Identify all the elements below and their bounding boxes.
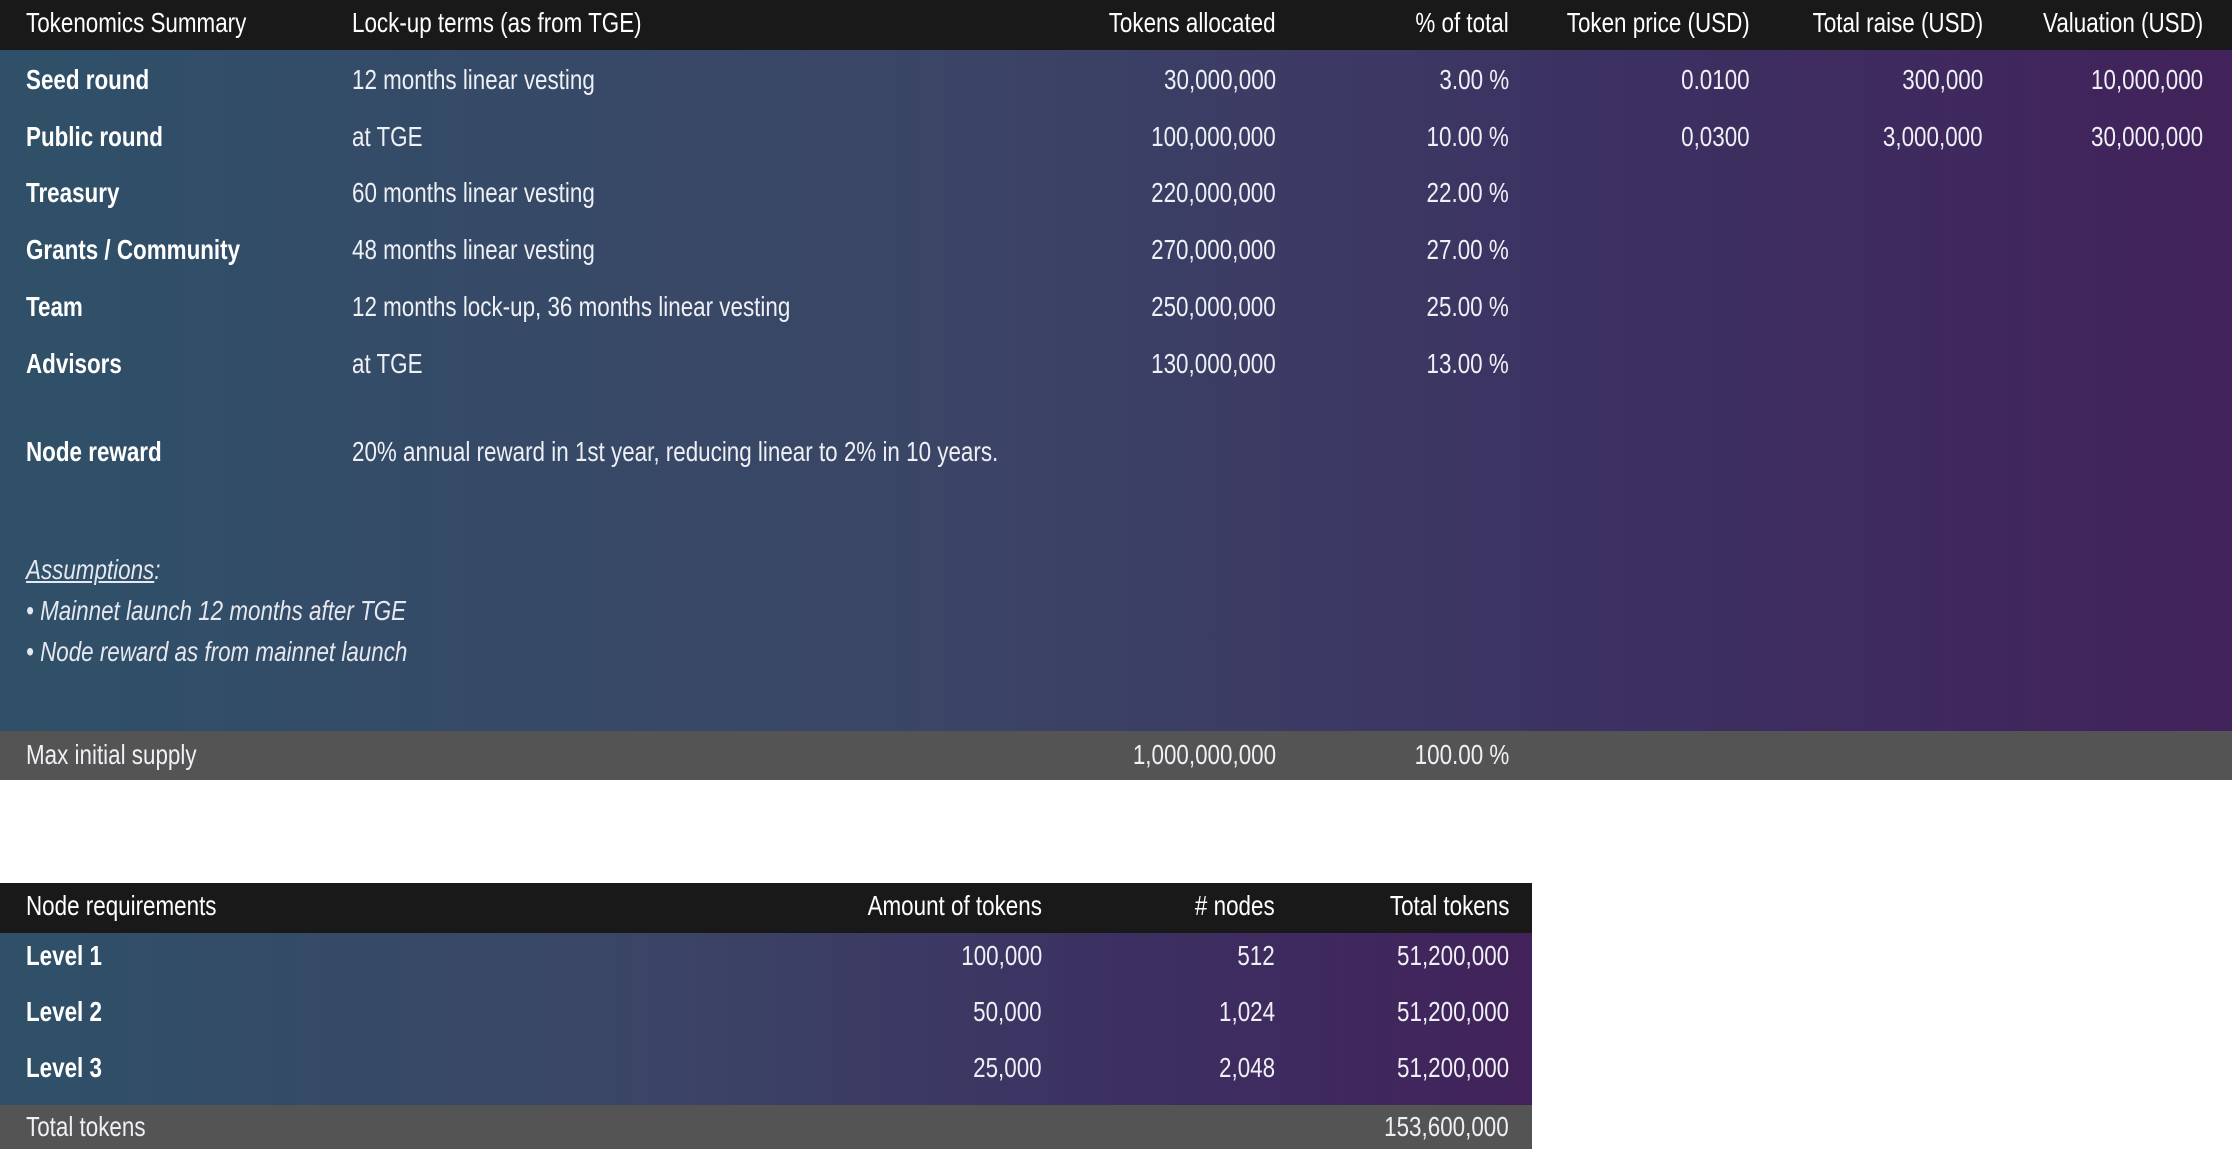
footer-label: Total tokens	[26, 1111, 146, 1142]
assumption-item: • Node reward as from mainnet launch	[26, 636, 408, 667]
row-amount: 50,000	[973, 996, 1042, 1027]
row-terms: 12 months lock-up, 36 months linear vest…	[352, 291, 791, 322]
row-label: Public round	[26, 121, 163, 152]
header-pct: % of total	[1415, 7, 1509, 38]
row-raise: 3,000,000	[1883, 121, 1983, 152]
row-amount: 25,000	[973, 1052, 1042, 1083]
header-lockup: Lock-up terms (as from TGE)	[352, 7, 642, 38]
header-amount: Amount of tokens	[867, 890, 1042, 921]
row-tokens: 250,000,000	[1151, 291, 1276, 322]
row-terms: 60 months linear vesting	[352, 177, 595, 208]
row-pct: 25.00 %	[1426, 291, 1509, 322]
footer-total: 153,600,000	[1384, 1111, 1509, 1142]
row-label: Seed round	[26, 64, 150, 95]
row-pct: 10.00 %	[1426, 121, 1509, 152]
header-total: Total tokens	[1389, 890, 1509, 921]
row-tokens: 220,000,000	[1151, 177, 1276, 208]
assumptions-title: Assumptions:	[26, 554, 161, 585]
row-terms: 12 months linear vesting	[352, 64, 595, 95]
table-header: Tokenomics Summary Lock-up terms (as fro…	[0, 0, 2232, 50]
header-valuation: Valuation (USD)	[2042, 7, 2203, 38]
row-nodes: 1,024	[1218, 996, 1275, 1027]
assumption-item: • Mainnet launch 12 months after TGE	[26, 595, 407, 626]
row-price: 0.0100	[1681, 64, 1750, 95]
row-total: 51,200,000	[1396, 996, 1509, 1027]
node-reward-label: Node reward	[26, 436, 162, 467]
footer-tokens: 1,000,000,000	[1132, 739, 1276, 770]
footer-pct: 100.00 %	[1414, 739, 1509, 770]
table-header: Node requirements Amount of tokens # nod…	[0, 883, 1532, 933]
row-terms: 48 months linear vesting	[352, 234, 595, 265]
header-price: Token price (USD)	[1567, 7, 1750, 38]
row-label: Level 2	[26, 996, 102, 1027]
row-tokens: 270,000,000	[1151, 234, 1276, 265]
row-tokens: 100,000,000	[1151, 121, 1276, 152]
header-title: Tokenomics Summary	[26, 7, 247, 38]
row-price: 0,0300	[1681, 121, 1750, 152]
header-tokens: Tokens allocated	[1109, 7, 1276, 38]
header-title: Node requirements	[26, 890, 217, 921]
row-total: 51,200,000	[1396, 940, 1509, 971]
node-requirements-table: Node requirements Amount of tokens # nod…	[0, 883, 1532, 1149]
row-nodes: 2,048	[1218, 1052, 1275, 1083]
row-label: Advisors	[26, 348, 122, 379]
row-label: Level 3	[26, 1052, 102, 1083]
header-nodes: # nodes	[1195, 890, 1275, 921]
row-terms: at TGE	[352, 348, 423, 379]
row-label: Treasury	[26, 177, 120, 208]
row-label: Level 1	[26, 940, 102, 971]
row-label: Team	[26, 291, 83, 322]
table-footer: Total tokens 153,600,000	[0, 1105, 1532, 1149]
table-footer: Max initial supply 1,000,000,000 100.00 …	[0, 731, 2232, 780]
tokenomics-summary-table: Tokenomics Summary Lock-up terms (as fro…	[0, 0, 2232, 780]
row-raise: 300,000	[1902, 64, 1983, 95]
row-pct: 13.00 %	[1426, 348, 1509, 379]
row-pct: 27.00 %	[1426, 234, 1509, 265]
footer-label: Max initial supply	[26, 739, 197, 770]
row-valuation: 10,000,000	[2090, 64, 2203, 95]
row-valuation: 30,000,000	[2090, 121, 2203, 152]
row-tokens: 30,000,000	[1163, 64, 1276, 95]
row-terms: at TGE	[352, 121, 423, 152]
row-total: 51,200,000	[1396, 1052, 1509, 1083]
table-body: Level 1 100,000 512 51,200,000 Level 2 5…	[0, 933, 1532, 1105]
row-pct: 22.00 %	[1426, 177, 1509, 208]
row-pct: 3.00 %	[1439, 64, 1509, 95]
row-amount: 100,000	[961, 940, 1042, 971]
table-body: Seed round 12 months linear vesting 30,0…	[0, 50, 2232, 731]
row-label: Grants / Community	[26, 234, 241, 265]
row-nodes: 512	[1237, 940, 1275, 971]
node-reward-terms: 20% annual reward in 1st year, reducing …	[352, 436, 999, 467]
row-tokens: 130,000,000	[1151, 348, 1276, 379]
header-raise: Total raise (USD)	[1812, 7, 1983, 38]
